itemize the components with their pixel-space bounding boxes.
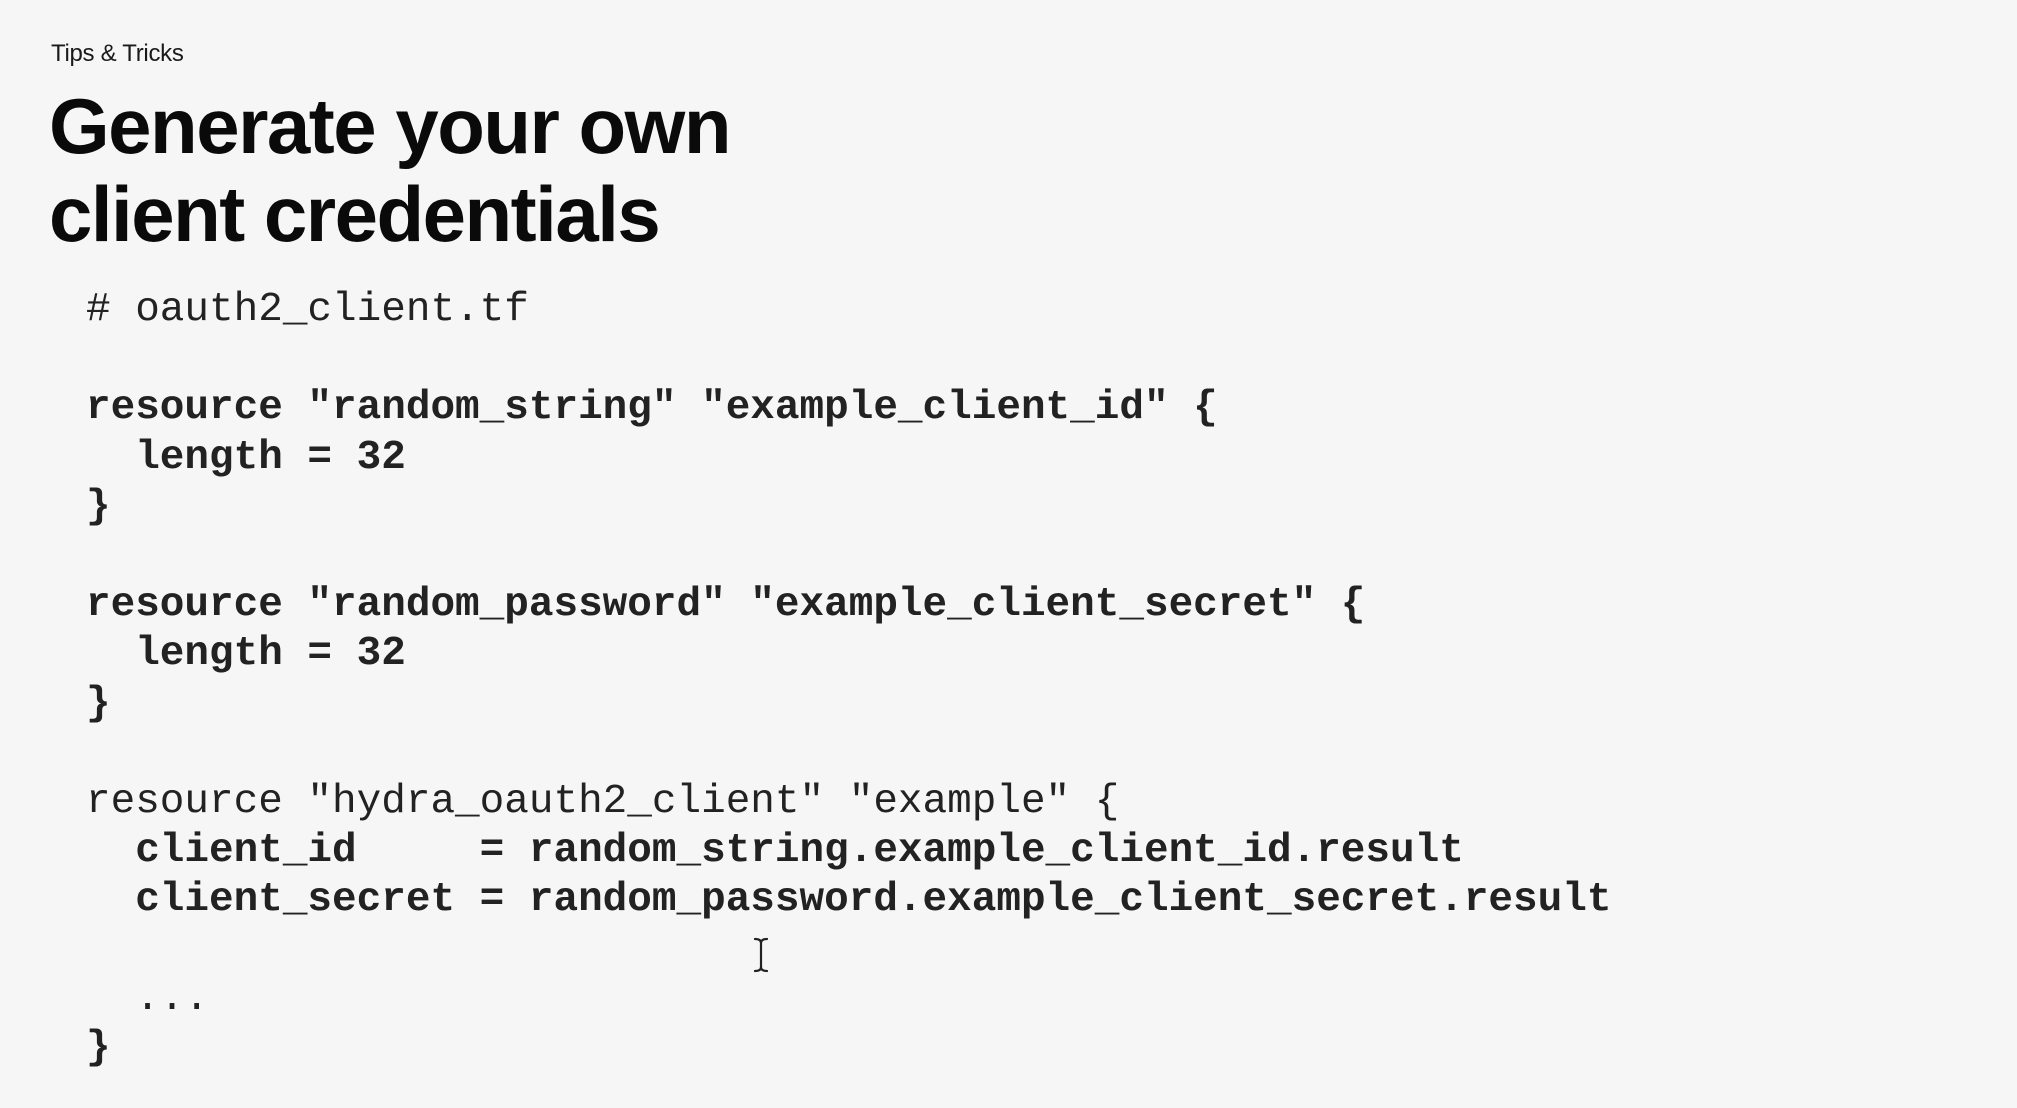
code-line-client-secret: client_secret = random_password.example_… [86,877,1612,924]
slide-title-line-1: Generate your own [49,82,732,170]
code-line-length: length = 32 [86,631,406,678]
code-line-comment: # oauth2_client.tf [86,287,529,333]
section-label: Tips & Tricks [51,40,184,67]
slide: Tips & Tricks Generate your own client c… [0,0,2017,1108]
code-line-resource-hydra-client: resource "hydra_oauth2_client" "example"… [86,778,1120,825]
code-line-resource-random-password: resource "random_password" "example_clie… [86,582,1366,629]
code-line-client-id: client_id = random_string.example_client… [86,828,1464,875]
slide-title: Generate your own client credentials [49,82,732,258]
code-line-close-brace: } [86,483,111,530]
code-line-close-brace: } [86,680,111,727]
code-line-ellipsis: ... [86,975,210,1022]
code-line-length: length = 32 [86,434,406,481]
code-line-close-brace: } [86,1024,111,1071]
code-line-resource-random-string: resource "random_string" "example_client… [86,385,1218,432]
code-block: # oauth2_client.tf resource "random_strin… [86,286,1611,1073]
slide-title-line-2: client credentials [49,170,661,258]
text-cursor-icon [753,937,769,973]
